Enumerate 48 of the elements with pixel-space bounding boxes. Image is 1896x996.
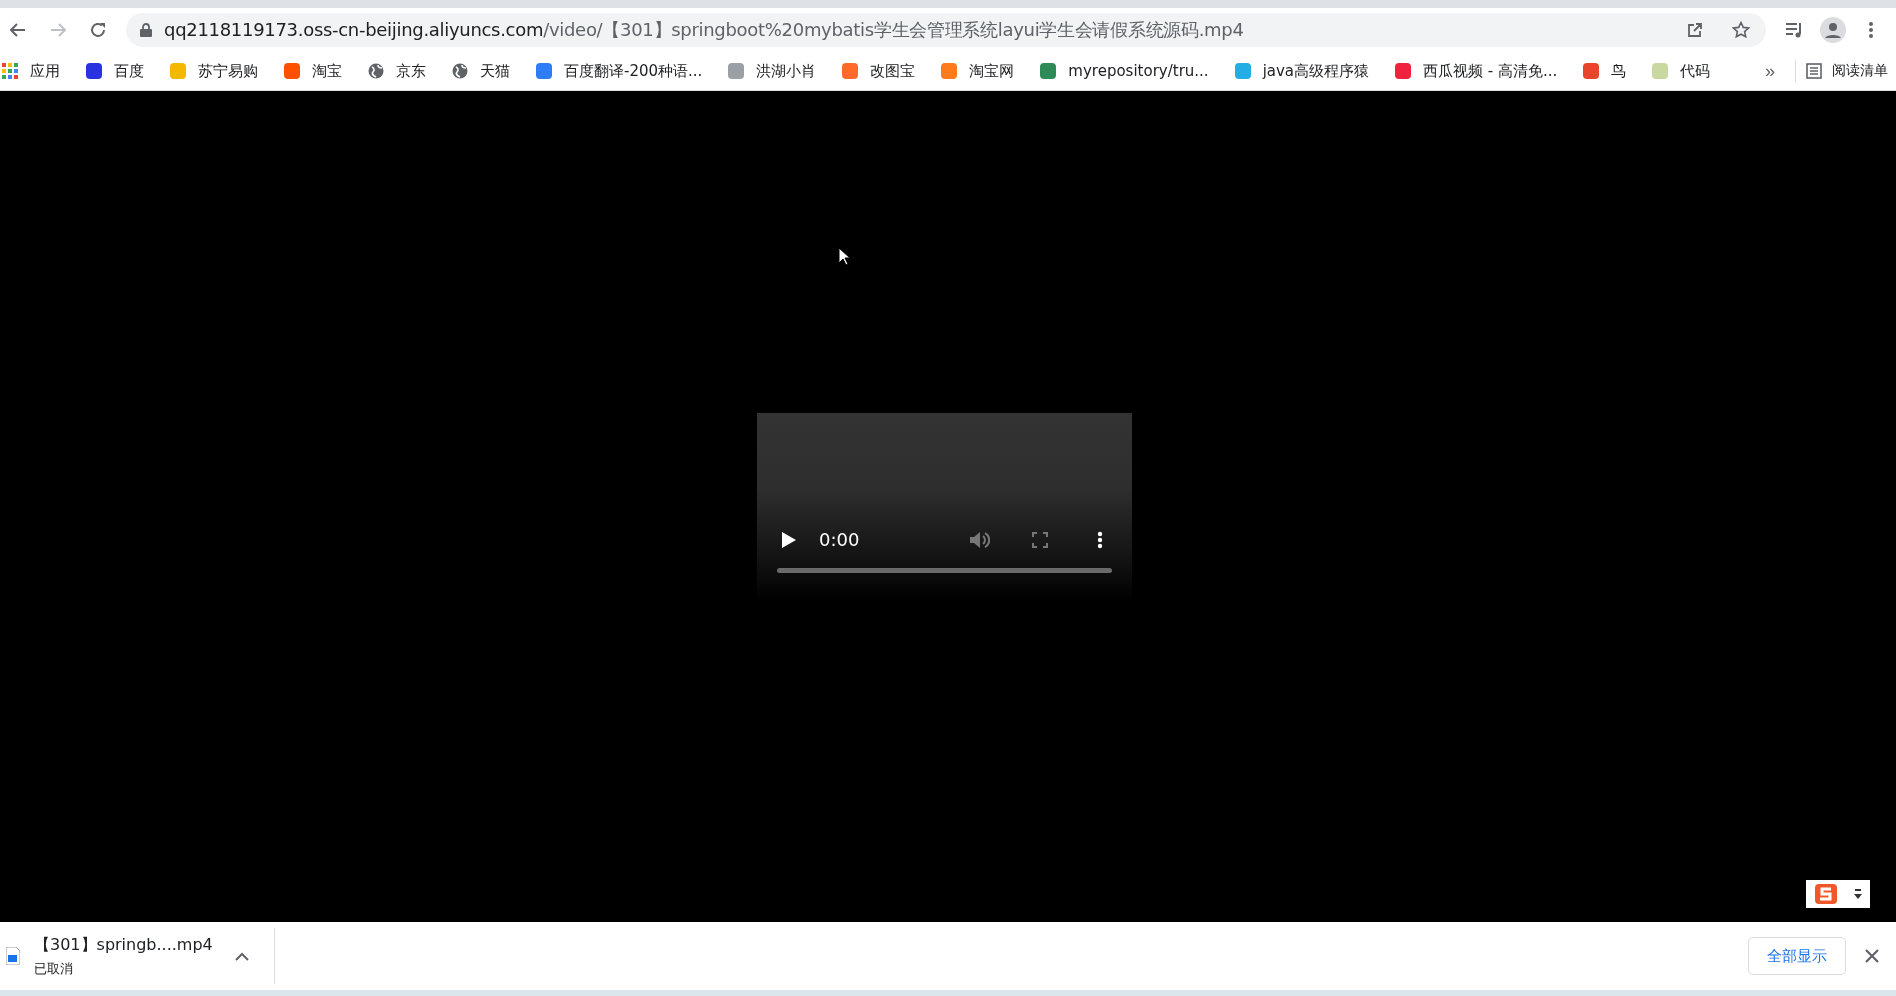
reading-list-icon — [1806, 63, 1822, 79]
volume-icon — [970, 530, 990, 549]
video-file-icon — [6, 947, 20, 965]
time-display: 0:00 — [819, 529, 861, 550]
bookmark-link[interactable]: 苏宁易购 — [170, 61, 258, 81]
play-icon — [782, 531, 796, 548]
download-item[interactable]: 【301】springb....mp4 已取消 — [0, 928, 275, 984]
ime-toolbar[interactable] — [1806, 880, 1870, 908]
fullscreen-icon — [1032, 531, 1048, 548]
bookmark-link[interactable]: 京东 — [368, 61, 426, 81]
share-icon — [1686, 21, 1704, 39]
close-icon — [1865, 949, 1879, 963]
avatar-icon — [1820, 17, 1846, 43]
back-arrow-icon — [9, 21, 27, 39]
address-bar[interactable]: qq2118119173.oss-cn-beijing.aliyuncs.com/video/【301】springboot%20mybatis学生会管理系统layui学生会请假系统源码.mp4 — [126, 13, 1766, 47]
bookmark-link[interactable]: 淘宝 — [284, 61, 342, 81]
chevron-up-icon — [235, 951, 249, 961]
mouse-cursor-icon — [838, 247, 850, 266]
bookmark-link[interactable]: 代码 — [1652, 61, 1711, 81]
ime-logo-icon — [1814, 884, 1837, 904]
progress-track[interactable] — [777, 567, 1112, 573]
reload-icon — [89, 21, 107, 39]
show-all-button[interactable]: 全部显示 — [1748, 937, 1846, 975]
dropdown-arrow-icon — [1853, 888, 1862, 900]
download-status: 已取消 — [34, 959, 74, 978]
bookmark-link[interactable]: 淘宝网 — [941, 61, 1015, 81]
bookmark-link[interactable]: myrepository/tru... — [1040, 62, 1209, 80]
bookmark-link[interactable]: 百度 — [86, 61, 144, 81]
bookmark-link[interactable]: 改图宝 — [842, 61, 916, 81]
bookmark-link[interactable]: 百度翻译-200种语... — [536, 61, 703, 81]
forward-arrow-icon — [49, 21, 67, 39]
menu-icon — [1869, 22, 1873, 38]
bookmark-link[interactable]: 天猫 — [452, 61, 510, 81]
bookmark-link[interactable]: 洪湖小肖 — [728, 61, 817, 81]
globe-icon — [368, 63, 384, 79]
bookmark-link[interactable]: 西瓜视频 - 高清免... — [1395, 61, 1558, 81]
bookmark-link[interactable]: 鸟 — [1583, 61, 1627, 81]
star-icon — [1732, 21, 1750, 39]
reading-list-button[interactable]: 阅读清单 — [1806, 62, 1888, 80]
download-filename: 【301】springb....mp4 — [34, 934, 214, 956]
more-bookmarks-button[interactable]: » — [1755, 60, 1785, 82]
bookmark-link[interactable]: 应用 — [2, 61, 60, 81]
more-vertical-icon — [1097, 530, 1103, 549]
lock-icon — [140, 23, 152, 37]
globe-icon — [452, 63, 468, 79]
bookmark-link[interactable]: java高级程序猿 — [1234, 61, 1370, 81]
url-text: qq2118119173.oss-cn-beijing.aliyuncs.com/video/【301】springboot%20mybatis学生会管理系统layui学生会请假系统源码.mp4 — [164, 18, 1245, 42]
apps-grid-icon — [2, 63, 18, 79]
